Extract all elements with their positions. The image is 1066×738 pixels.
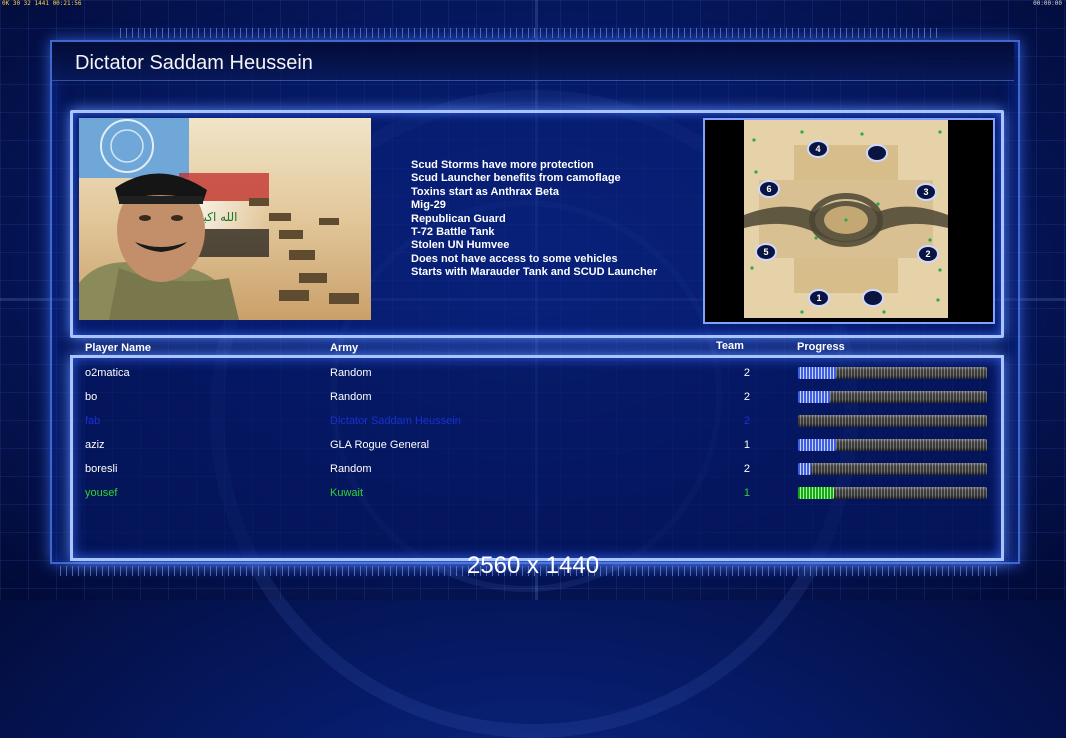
general-portrait: الله اكبر (79, 118, 371, 320)
players-panel (70, 355, 1004, 561)
progress-bar (798, 463, 987, 475)
start-position-marker[interactable]: 3 (915, 183, 937, 201)
army-cell: Random (330, 367, 372, 379)
progress-bar-fill (798, 487, 834, 499)
start-position-marker[interactable]: 5 (755, 243, 777, 261)
progress-bar (798, 487, 987, 499)
feature-item: Starts with Marauder Tank and SCUD Launc… (411, 266, 658, 279)
army-cell: Kuwait (330, 487, 364, 499)
feature-item: Scud Storms have more protection (411, 159, 594, 171)
start-position-marker[interactable] (866, 144, 888, 162)
progress-bar (798, 415, 987, 427)
army-cell: Dictator Saddam Heussein (330, 415, 461, 427)
player-name-cell: fab (85, 415, 101, 427)
feature-item: Scud Launcher benefits from camoflage (411, 172, 621, 185)
progress-bar-fill (798, 391, 831, 403)
debug-info-left: 0K 30 32 1441 00:21:56 (2, 0, 82, 7)
start-position-marker[interactable]: 1 (808, 289, 830, 307)
player-name-cell: aziz (85, 439, 105, 451)
team-cell: 2 (743, 367, 750, 379)
team-cell: 2 (743, 415, 750, 427)
feature-item: T-72 Battle Tank (411, 226, 495, 239)
progress-bar (798, 367, 987, 379)
debug-info-bar: 0K 30 32 1441 00:21:56 00:00:00 (0, 0, 1066, 8)
team-header: Team (716, 340, 744, 352)
player-name-cell: o2matica (85, 367, 130, 379)
player-name-cell: yousef (85, 487, 118, 499)
debug-clock: 00:00:00 (1033, 0, 1062, 7)
feature-item: Mig-29 (411, 199, 446, 212)
resolution-label: 2560 x 1440 (466, 552, 600, 579)
progress-bar-fill (798, 463, 812, 475)
player-name-header: Player Name (85, 342, 152, 354)
team-cell: 2 (743, 463, 750, 475)
feature-item: Republican Guard (411, 212, 506, 225)
start-position-marker[interactable]: 2 (917, 245, 939, 263)
team-cell: 2 (743, 391, 750, 403)
player-name-cell: bo (85, 391, 98, 403)
army-header: Army (330, 342, 359, 354)
progress-bar-fill (798, 367, 836, 379)
start-position-marker[interactable]: 6 (758, 180, 780, 198)
progress-header: Progress (797, 341, 845, 353)
minimap[interactable] (744, 120, 948, 318)
progress-bar (798, 391, 987, 403)
army-cell: Random (330, 391, 372, 403)
feature-item: Toxins start as Anthrax Beta (411, 185, 559, 198)
player-name-cell: boresli (85, 463, 118, 475)
start-position-marker[interactable]: 4 (807, 140, 829, 158)
feature-item: Stolen UN Humvee (411, 239, 510, 252)
top-ruler (120, 28, 940, 38)
general-features-list: Scud Storms have more protection Scud La… (411, 159, 657, 280)
army-cell: Random (330, 463, 372, 475)
team-cell: 1 (743, 487, 750, 499)
feature-item: Does not have access to some vehicles (411, 252, 618, 265)
page-title: Dictator Saddam Heussein (75, 52, 313, 74)
start-position-marker[interactable] (862, 289, 884, 307)
progress-bar (798, 439, 987, 451)
progress-bar-fill (798, 439, 836, 451)
team-cell: 1 (743, 439, 750, 451)
army-cell: GLA Rogue General (330, 439, 430, 451)
